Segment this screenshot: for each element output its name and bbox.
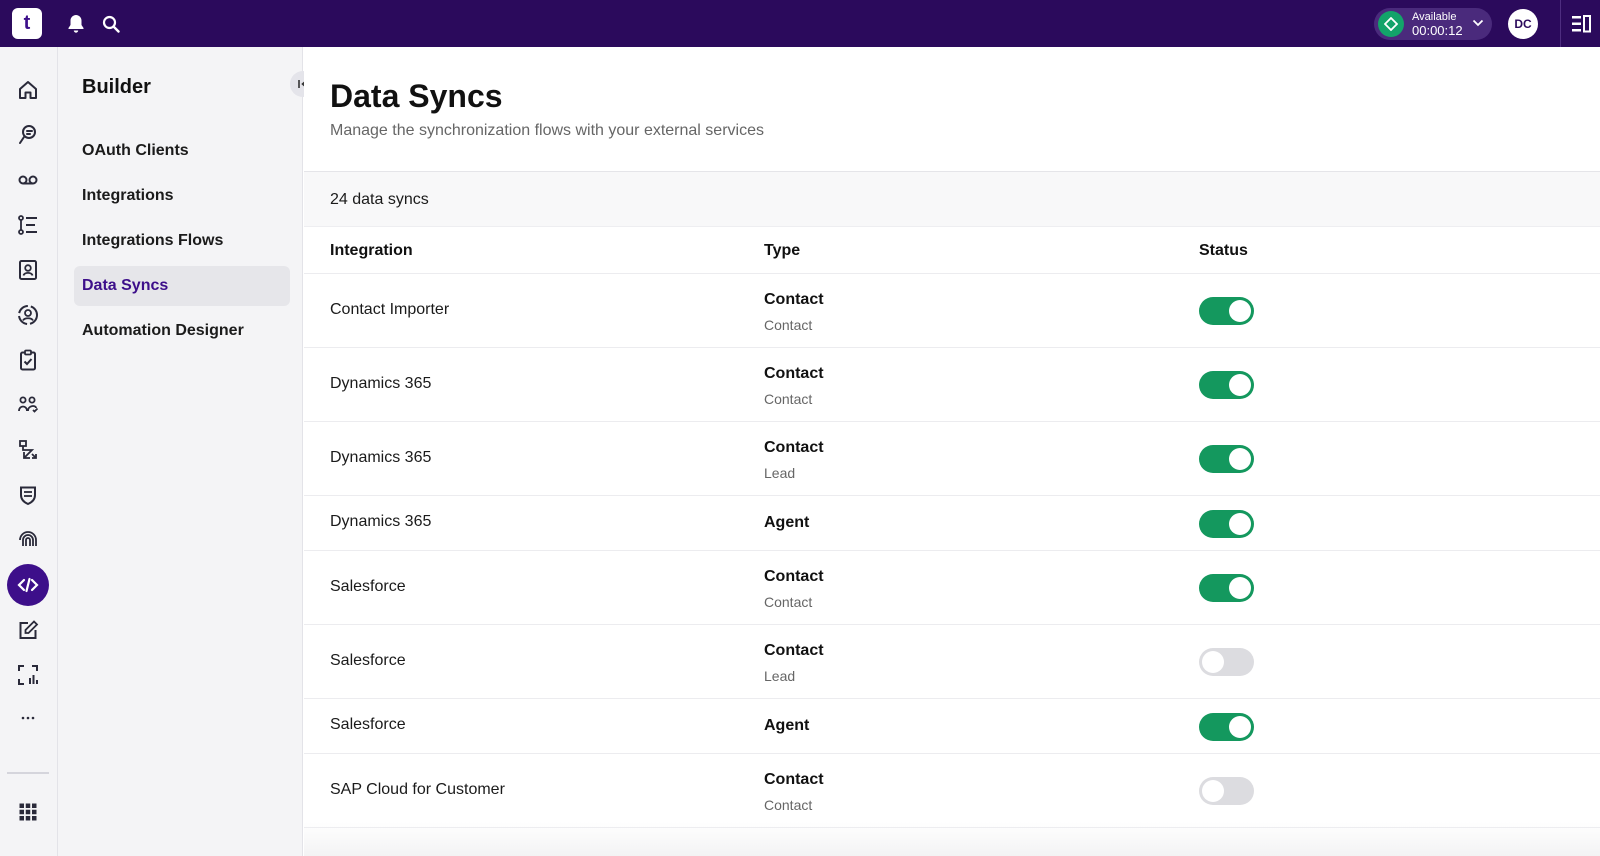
sync-subtype-label: Lead xyxy=(764,465,796,481)
availability-status-dropdown[interactable]: Available 00:00:12 xyxy=(1374,8,1492,40)
fingerprint-icon[interactable] xyxy=(7,519,49,561)
integration-name: Contact Importer xyxy=(330,301,450,318)
sync-subtype-label: Contact xyxy=(764,317,813,333)
conversations-icon[interactable] xyxy=(7,114,49,156)
subnav-item-data-syncs[interactable]: Data Syncs xyxy=(74,266,290,306)
page-title: Data Syncs xyxy=(330,78,503,114)
sync-type: Contact Contact xyxy=(764,290,824,334)
toggle-knob xyxy=(1202,651,1224,673)
toggle-knob xyxy=(1229,300,1251,322)
bell-icon[interactable] xyxy=(65,13,87,35)
integration-name: SAP Cloud for Customer xyxy=(330,781,505,798)
toggle-knob xyxy=(1229,715,1251,738)
sync-type-label: Agent xyxy=(764,717,810,734)
table-row[interactable]: Salesforce Agent xyxy=(304,699,1600,754)
sync-type: Agent xyxy=(764,513,809,533)
home-icon[interactable] xyxy=(7,69,49,111)
subnav-item-integrations-flows[interactable]: Integrations Flows xyxy=(74,221,290,261)
icon-rail xyxy=(0,47,58,856)
column-header-integration: Integration xyxy=(330,242,413,259)
status-toggle[interactable] xyxy=(1199,574,1254,602)
sync-subtype-label: Contact xyxy=(764,391,813,407)
voicemail-icon[interactable] xyxy=(7,159,49,201)
integration-name: Salesforce xyxy=(330,578,406,595)
top-bar: t Available 00:00:12 DC xyxy=(0,0,1600,47)
main-content: Data Syncs Manage the synchronization fl… xyxy=(304,47,1600,856)
search-icon[interactable] xyxy=(100,13,122,35)
subnav-item-oauth-clients[interactable]: OAuth Clients xyxy=(74,131,290,171)
sync-type-label: Contact xyxy=(764,568,824,585)
sync-subtype-label: Lead xyxy=(764,668,796,684)
integration-name: Dynamics 365 xyxy=(330,375,432,392)
user-avatar[interactable]: DC xyxy=(1508,9,1538,39)
agent-icon[interactable] xyxy=(7,294,49,336)
toggle-knob xyxy=(1229,512,1251,535)
team-icon[interactable] xyxy=(7,384,49,426)
table-row[interactable]: Dynamics 365 Agent xyxy=(304,496,1600,551)
contacts-icon[interactable] xyxy=(7,249,49,291)
sync-type-label: Contact xyxy=(764,771,824,788)
more-icon[interactable] xyxy=(7,697,49,739)
status-toggle[interactable] xyxy=(1199,445,1254,473)
builder-subnav: Builder OAuth Clients Integrations Integ… xyxy=(58,47,316,856)
status-toggle[interactable] xyxy=(1199,297,1254,325)
sync-subtype-label: Contact xyxy=(764,797,813,813)
clipboard-check-icon[interactable] xyxy=(7,339,49,381)
integration-name: Salesforce xyxy=(330,716,406,733)
apps-grid-icon[interactable] xyxy=(7,791,49,833)
code-icon[interactable] xyxy=(7,564,49,606)
subnav-item-automation-designer[interactable]: Automation Designer xyxy=(74,311,290,351)
list-icon[interactable] xyxy=(7,204,49,246)
sync-type-label: Contact xyxy=(764,365,824,382)
sync-type: Contact Contact xyxy=(764,567,824,611)
sync-type-label: Contact xyxy=(764,642,824,659)
integration-name: Dynamics 365 xyxy=(330,513,432,530)
column-header-type: Type xyxy=(764,242,801,259)
status-timer: 00:00:12 xyxy=(1412,22,1463,38)
status-toggle[interactable] xyxy=(1199,648,1254,676)
table-row[interactable]: Contact Importer Contact Contact xyxy=(304,274,1600,348)
integration-name: Salesforce xyxy=(330,652,406,669)
toggle-knob xyxy=(1229,448,1251,470)
edit-icon[interactable] xyxy=(7,609,49,651)
app-logo[interactable]: t xyxy=(12,8,42,39)
table-row[interactable]: Dynamics 365 Contact Lead xyxy=(304,422,1600,496)
status-toggle[interactable] xyxy=(1199,777,1254,805)
toggle-knob xyxy=(1229,577,1251,599)
routing-icon[interactable] xyxy=(7,429,49,471)
available-status-icon xyxy=(1378,11,1404,37)
table-row[interactable]: Dynamics 365 Contact Contact xyxy=(304,348,1600,422)
sync-type: Agent xyxy=(764,716,809,736)
sync-type-label: Contact xyxy=(764,439,824,456)
sync-type: Contact Contact xyxy=(764,364,824,408)
status-label: Available xyxy=(1412,10,1457,23)
sync-type: Contact Lead xyxy=(764,438,824,482)
sync-type-label: Agent xyxy=(764,514,810,531)
sync-subtype-label: Contact xyxy=(764,594,813,610)
toggle-knob xyxy=(1229,374,1251,396)
toggle-knob xyxy=(1202,780,1224,802)
sync-type: Contact Contact xyxy=(764,770,824,814)
shield-icon[interactable] xyxy=(7,474,49,516)
table-row[interactable]: Salesforce Contact Contact xyxy=(304,551,1600,625)
sync-type: Contact Lead xyxy=(764,641,824,685)
sync-type-label: Contact xyxy=(764,291,824,308)
rail-divider xyxy=(7,772,49,774)
scroll-fade xyxy=(304,822,1600,856)
page-subtitle: Manage the synchronization flows with yo… xyxy=(330,122,764,139)
side-panel-toggle-icon[interactable] xyxy=(1560,0,1600,47)
chevron-down-icon xyxy=(1472,16,1484,35)
analytics-icon[interactable] xyxy=(7,654,49,696)
status-toggle[interactable] xyxy=(1199,509,1254,538)
results-count-bar: 24 data syncs xyxy=(304,171,1600,227)
status-toggle[interactable] xyxy=(1199,371,1254,399)
integration-name: Dynamics 365 xyxy=(330,449,432,466)
subnav-title: Builder xyxy=(82,76,151,98)
column-header-status: Status xyxy=(1199,242,1248,259)
subnav-item-integrations[interactable]: Integrations xyxy=(74,176,290,216)
table-row[interactable]: SAP Cloud for Customer Contact Contact xyxy=(304,754,1600,828)
results-count: 24 data syncs xyxy=(330,191,429,208)
status-toggle[interactable] xyxy=(1199,712,1254,741)
table-row[interactable]: Salesforce Contact Lead xyxy=(304,625,1600,699)
